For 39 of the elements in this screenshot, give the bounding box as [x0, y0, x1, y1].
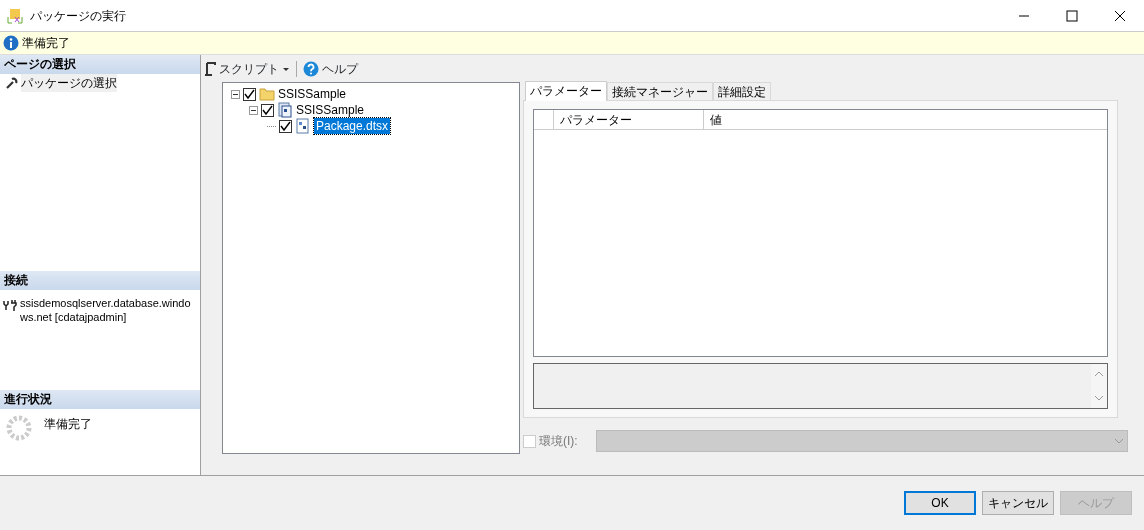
wrench-icon [6, 77, 18, 89]
chevron-down-icon [1114, 438, 1124, 444]
window-title: パッケージの実行 [30, 7, 127, 25]
sidebar-item[interactable]: パッケージの選択 [21, 74, 117, 92]
project-icon [277, 102, 293, 118]
folder-icon [259, 87, 275, 101]
dialog-button[interactable]: キャンセル [982, 491, 1054, 515]
plug-icon [3, 299, 17, 311]
progress-status: 準備完了 [44, 416, 92, 433]
caret-icon [282, 65, 290, 72]
section-header: 進行状況 [0, 390, 200, 409]
section-header: ページの選択 [0, 55, 200, 74]
app-icon [6, 6, 24, 25]
status-message: 準備完了 [22, 35, 70, 52]
tab[interactable]: パラメーター [525, 81, 607, 101]
spinner-icon [6, 415, 32, 441]
close-icon[interactable] [1114, 9, 1126, 22]
checkbox[interactable] [261, 103, 274, 117]
tree-item[interactable]: SSISSample [296, 102, 365, 118]
field-label: 環境(I): [539, 433, 579, 450]
connection-text: ssisdemosqlserver.database.windows.net [cdatajpadmin] [20, 296, 192, 325]
info-icon [3, 35, 19, 51]
dialog-button[interactable]: OK [904, 491, 976, 515]
checkbox[interactable] [243, 87, 256, 101]
help-icon [303, 60, 319, 77]
column-header: パラメーター [554, 110, 704, 129]
script-button[interactable]: スクリプト [204, 59, 290, 78]
tab[interactable]: 接続マネージャー [607, 82, 713, 100]
tree-item[interactable]: SSISSample [278, 86, 347, 102]
tree-item[interactable]: Package.dtsx [314, 118, 391, 134]
tab[interactable]: 詳細設定 [713, 82, 771, 100]
maximize-icon[interactable] [1066, 9, 1078, 22]
collapse-icon[interactable] [249, 105, 258, 115]
section-header: 接続 [0, 271, 200, 290]
checkbox[interactable] [279, 119, 292, 133]
package-icon [295, 118, 311, 134]
collapse-icon[interactable] [231, 89, 240, 99]
help-button[interactable]: ヘルプ [303, 59, 358, 78]
column-header: 値 [709, 112, 722, 129]
